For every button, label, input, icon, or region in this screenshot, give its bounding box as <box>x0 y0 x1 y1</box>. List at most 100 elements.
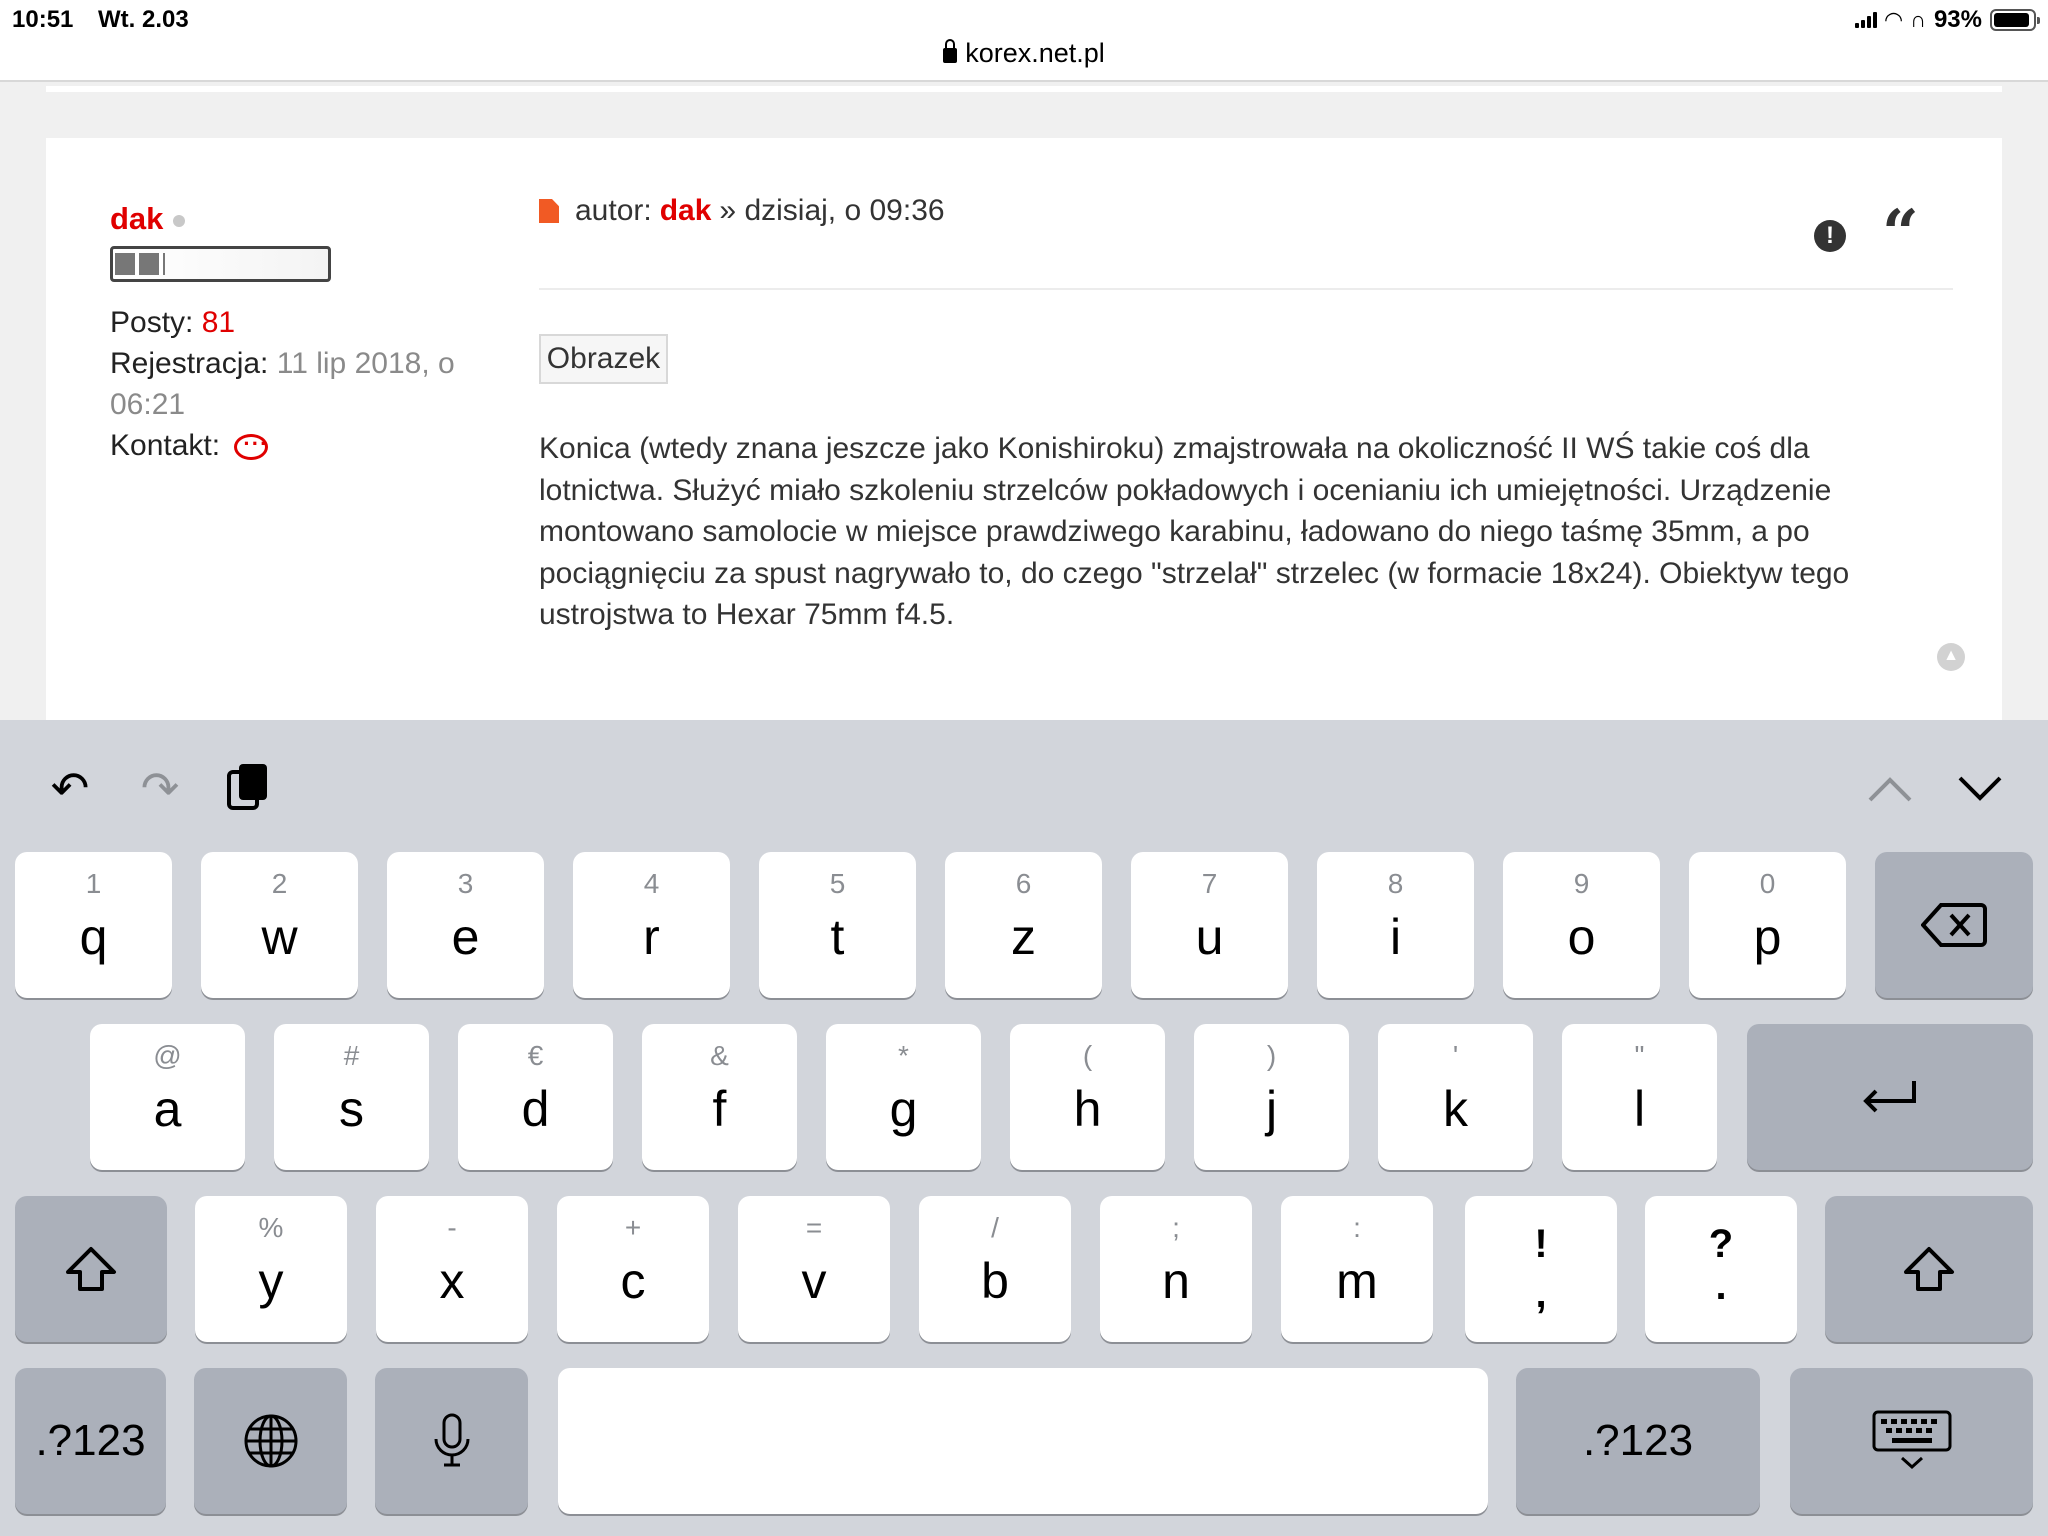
numbers-label: .?123 <box>35 1416 146 1465</box>
post-line: Konica (wtedy znana jeszcze jako Konishi… <box>539 432 1810 465</box>
key-d[interactable]: € d <box>458 1024 613 1170</box>
key-g[interactable]: * g <box>826 1024 981 1170</box>
key-c[interactable]: + c <box>557 1196 709 1342</box>
key-o[interactable]: 9o <box>1503 852 1660 998</box>
hide-keyboard-key[interactable] <box>1790 1368 2033 1514</box>
microphone-icon <box>375 1368 528 1514</box>
key-b[interactable]: / b <box>919 1196 1071 1342</box>
key-secondary-char: 1 <box>85 868 102 899</box>
clipboard-icon[interactable] <box>218 758 278 818</box>
address-bar[interactable]: korex.net.pl <box>0 38 2048 69</box>
space-key[interactable] <box>558 1368 1488 1514</box>
microphone-key[interactable] <box>375 1368 528 1514</box>
key-secondary-char: ' <box>1452 1040 1459 1071</box>
key-w[interactable]: 2w <box>201 852 358 998</box>
report-icon[interactable]: ! <box>1814 220 1846 252</box>
key-primary-char: x <box>439 1253 465 1309</box>
key-r[interactable]: 4r <box>573 852 730 998</box>
chevron-up-icon[interactable] <box>1860 758 1920 818</box>
post-header: autor: dak » dzisiaj, o 09:36 <box>539 194 945 228</box>
battery-icon <box>1990 9 2040 31</box>
post-content: Konica (wtedy znana jeszcze jako Konishi… <box>539 428 1969 636</box>
back-to-top-icon[interactable]: ▲ <box>1937 643 1965 671</box>
key-v[interactable]: = v <box>738 1196 890 1342</box>
comma-char: , <box>1535 1272 1547 1316</box>
key-u[interactable]: 7u <box>1131 852 1288 998</box>
delete-key[interactable] <box>1875 852 2033 998</box>
key-k[interactable]: ' k <box>1378 1024 1533 1170</box>
posts-count-link[interactable]: 81 <box>202 306 235 339</box>
key-primary-char: i <box>1389 909 1402 965</box>
question-key[interactable]: ? . <box>1645 1196 1797 1342</box>
key-m[interactable]: :m <box>1281 1196 1433 1342</box>
shift-key-right[interactable] <box>1825 1196 2033 1342</box>
key-f[interactable]: & f <box>642 1024 797 1170</box>
shift-key-left[interactable] <box>15 1196 167 1342</box>
key-z[interactable]: 6z <box>945 852 1102 998</box>
period-char: . <box>1715 1264 1727 1308</box>
forum-post: dak Posty: 81 Rejestracja: 11 lip 2018, … <box>46 138 2002 722</box>
key-p[interactable]: 0p <box>1689 852 1846 998</box>
key-secondary-char: 2 <box>271 868 288 899</box>
status-bar: 10:51 Wt. 2.03 korex.net.pl ◠ ∩ 93% <box>0 0 2048 82</box>
key-a[interactable]: @ a <box>90 1024 245 1170</box>
chevron-down-icon[interactable] <box>1950 758 2010 818</box>
key-primary-char: r <box>643 909 660 965</box>
offline-status-icon <box>173 215 186 228</box>
posts-count-row: Posty: 81 <box>110 302 490 343</box>
key-primary-char: q <box>79 909 108 965</box>
key-secondary-char: & <box>710 1040 729 1071</box>
header-author-link[interactable]: dak <box>660 194 712 228</box>
key-secondary-char: ; <box>1172 1212 1180 1243</box>
key-secondary-char: = <box>805 1212 823 1243</box>
key-t[interactable]: 5t <box>759 852 916 998</box>
key-secondary-char: ) <box>1266 1040 1277 1071</box>
key-q[interactable]: 1q <box>15 852 172 998</box>
url-text: korex.net.pl <box>965 38 1105 68</box>
key-primary-char: s <box>339 1081 364 1137</box>
registration-time: 06:21 <box>110 388 186 421</box>
globe-icon <box>194 1368 347 1514</box>
key-primary-char: l <box>1633 1081 1646 1137</box>
post-date: » dzisiaj, o 09:36 <box>719 194 945 227</box>
globe-key[interactable] <box>194 1368 347 1514</box>
rank-image <box>110 246 331 282</box>
post-line: ustrojstwa to Hexar 75mm f4.5. <box>539 598 955 631</box>
post-file-icon[interactable] <box>539 199 559 223</box>
key-secondary-char: € <box>527 1040 544 1071</box>
numbers-label: .?123 <box>1582 1416 1694 1465</box>
key-j[interactable]: ) j <box>1194 1024 1349 1170</box>
key-primary-char: z <box>1011 909 1036 965</box>
exclamation-key[interactable]: ! , <box>1465 1196 1617 1342</box>
key-e[interactable]: 3e <box>387 852 544 998</box>
key-secondary-char: * <box>898 1040 909 1071</box>
post-profile: dak Posty: 81 Rejestracja: 11 lip 2018, … <box>110 198 490 466</box>
key-l[interactable]: " l <box>1562 1024 1717 1170</box>
status-icons: ◠ ∩ 93% <box>1855 6 2040 34</box>
key-primary-char: n <box>1162 1253 1190 1309</box>
key-secondary-char: @ <box>153 1040 182 1071</box>
key-h[interactable]: (h <box>1010 1024 1165 1170</box>
key-x[interactable]: -x <box>376 1196 528 1342</box>
key-secondary-char: " <box>1634 1040 1645 1071</box>
return-key[interactable] <box>1747 1024 2033 1170</box>
image-button[interactable]: Obrazek <box>539 334 668 384</box>
numbers-key-left[interactable]: .?123 <box>15 1368 166 1514</box>
numbers-key-right[interactable]: .?123 <box>1516 1368 1760 1514</box>
author-link[interactable]: dak <box>110 201 163 236</box>
undo-icon[interactable]: ↶ <box>40 758 100 818</box>
key-primary-char: m <box>1336 1253 1378 1309</box>
contact-speech-bubble-icon[interactable] <box>234 423 269 464</box>
key-primary-char: y <box>258 1253 284 1309</box>
author-prefix: autor: <box>575 194 652 227</box>
key-n[interactable]: ; n <box>1100 1196 1252 1342</box>
key-i[interactable]: 8i <box>1317 852 1474 998</box>
quote-icon[interactable]: “ <box>1882 202 1919 266</box>
key-primary-char: u <box>1195 909 1224 965</box>
exclamation-char: ! <box>1534 1222 1548 1266</box>
key-s[interactable]: # s <box>274 1024 429 1170</box>
redo-icon[interactable]: ↷ <box>130 758 190 818</box>
cellular-signal-icon <box>1855 12 1878 28</box>
key-y[interactable]: % y <box>195 1196 347 1342</box>
shift-icon <box>15 1196 167 1342</box>
